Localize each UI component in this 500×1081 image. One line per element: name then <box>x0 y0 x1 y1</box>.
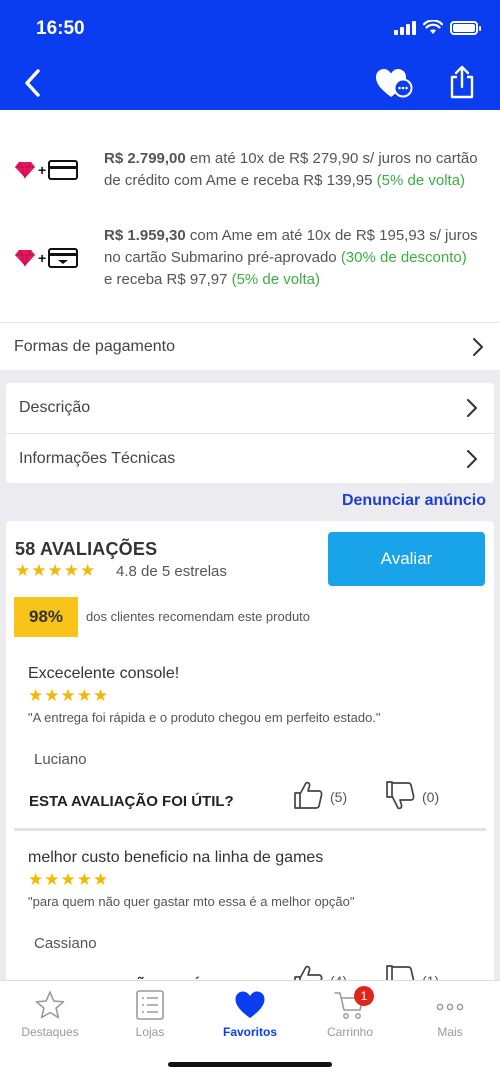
tech-info-label: Informações Técnicas <box>19 449 176 467</box>
reviews-section: 58 AVALIAÇÕES ★★★★★ 4.8 de 5 estrelas Av… <box>6 521 494 991</box>
offer-text: R$ 2.799,00 em até 10x de R$ 279,90 s/ j… <box>104 150 478 189</box>
tab-favoritos[interactable]: Favoritos <box>210 989 290 1039</box>
home-indicator <box>168 1062 332 1067</box>
rating-stars: ★★★★★ <box>15 561 97 580</box>
tab-mais[interactable]: Mais <box>410 989 490 1039</box>
helpful-yes-count: (5) <box>330 789 348 805</box>
credit-card-icon <box>48 160 79 180</box>
chevron-right-icon <box>467 449 477 468</box>
cart-count-badge: 1 <box>354 986 374 1006</box>
reviews-count: 58 AVALIAÇÕES <box>15 539 158 559</box>
signal-icon <box>394 20 416 35</box>
rating-text: 4.8 de 5 estrelas <box>116 563 227 580</box>
recommend-text: dos clientes recomendam este produto <box>86 609 311 624</box>
discount-text: (30% de desconto) <box>340 249 467 266</box>
review-author: Luciano <box>34 751 87 768</box>
offer-text: R$ 1.959,30 com Ame em até 10x de R$ 195… <box>104 227 478 288</box>
offer-store-card: + R$ 1.959,30 com Ame em até 10x de R$ 1… <box>14 225 494 291</box>
offer-credit-card: + R$ 2.799,00 em até 10x de R$ 279,90 s/… <box>14 148 494 192</box>
share-icon[interactable] <box>448 64 476 100</box>
review-body: "para quem não quer gastar mto essa é a … <box>28 894 355 909</box>
rate-button[interactable]: Avaliar <box>328 532 485 586</box>
review-stars: ★★★★★ <box>28 870 110 889</box>
offer-price: R$ 2.799,00 <box>104 150 186 167</box>
review-author: Cassiano <box>34 935 97 952</box>
thumbs-down-icon[interactable] <box>384 779 416 813</box>
chevron-right-icon <box>473 337 483 356</box>
plus-sign: + <box>38 250 47 266</box>
helpful-no-count: (0) <box>422 789 440 805</box>
tab-label: Mais <box>437 1025 463 1039</box>
thumbs-up-icon[interactable] <box>292 779 324 811</box>
battery-icon <box>450 20 481 35</box>
offer-price: R$ 1.959,30 <box>104 227 186 244</box>
helpful-question: ESTA AVALIAÇÃO FOI ÚTIL? <box>29 793 234 810</box>
wifi-icon <box>423 20 443 34</box>
app-header: 16:50 <box>0 0 500 110</box>
payment-options: + R$ 2.799,00 em até 10x de R$ 279,90 s/… <box>0 110 500 370</box>
tech-info-row[interactable]: Informações Técnicas <box>6 433 494 483</box>
more-icon <box>436 1003 464 1011</box>
recommend-percent-badge: 98% <box>14 597 78 637</box>
tab-label: Destaques <box>21 1025 79 1039</box>
report-listing-link[interactable]: Denunciar anúncio <box>342 492 486 510</box>
description-label: Descrição <box>19 399 91 416</box>
status-time: 16:50 <box>36 18 85 39</box>
plus-sign: + <box>38 162 47 178</box>
back-icon[interactable] <box>20 66 46 100</box>
favorite-heart-icon[interactable] <box>374 66 414 100</box>
description-row[interactable]: Descrição <box>6 383 494 433</box>
details-card: Descrição Informações Técnicas <box>6 383 494 483</box>
payment-methods-label: Formas de pagamento <box>14 337 175 355</box>
store-card-icon <box>48 248 79 268</box>
status-icons <box>394 20 481 35</box>
heart-icon <box>235 991 265 1018</box>
review-divider <box>14 828 486 831</box>
cashback-text: (5% de volta) <box>376 172 466 189</box>
tab-label: Lojas <box>135 1025 165 1039</box>
tab-lojas[interactable]: Lojas <box>110 989 190 1039</box>
payment-methods-row[interactable]: Formas de pagamento <box>0 322 500 370</box>
list-icon <box>136 990 164 1020</box>
ame-gem-icon <box>15 249 35 267</box>
star-icon <box>35 991 65 1019</box>
tab-label: Carrinho <box>326 1025 374 1039</box>
tab-carrinho[interactable]: 1 Carrinho <box>310 986 390 1039</box>
review-title: melhor custo beneficio na linha de games <box>28 849 324 866</box>
ame-gem-icon <box>15 161 35 179</box>
tab-label: Favoritos <box>222 1025 277 1039</box>
review-title: Excecelente console! <box>28 665 180 682</box>
chevron-right-icon <box>467 399 477 417</box>
review-body: "A entrega foi rápida e o produto chegou… <box>28 710 381 725</box>
tab-destaques[interactable]: Destaques <box>10 989 90 1039</box>
cashback-text: (5% de volta) <box>231 271 320 288</box>
review-stars: ★★★★★ <box>28 686 110 705</box>
